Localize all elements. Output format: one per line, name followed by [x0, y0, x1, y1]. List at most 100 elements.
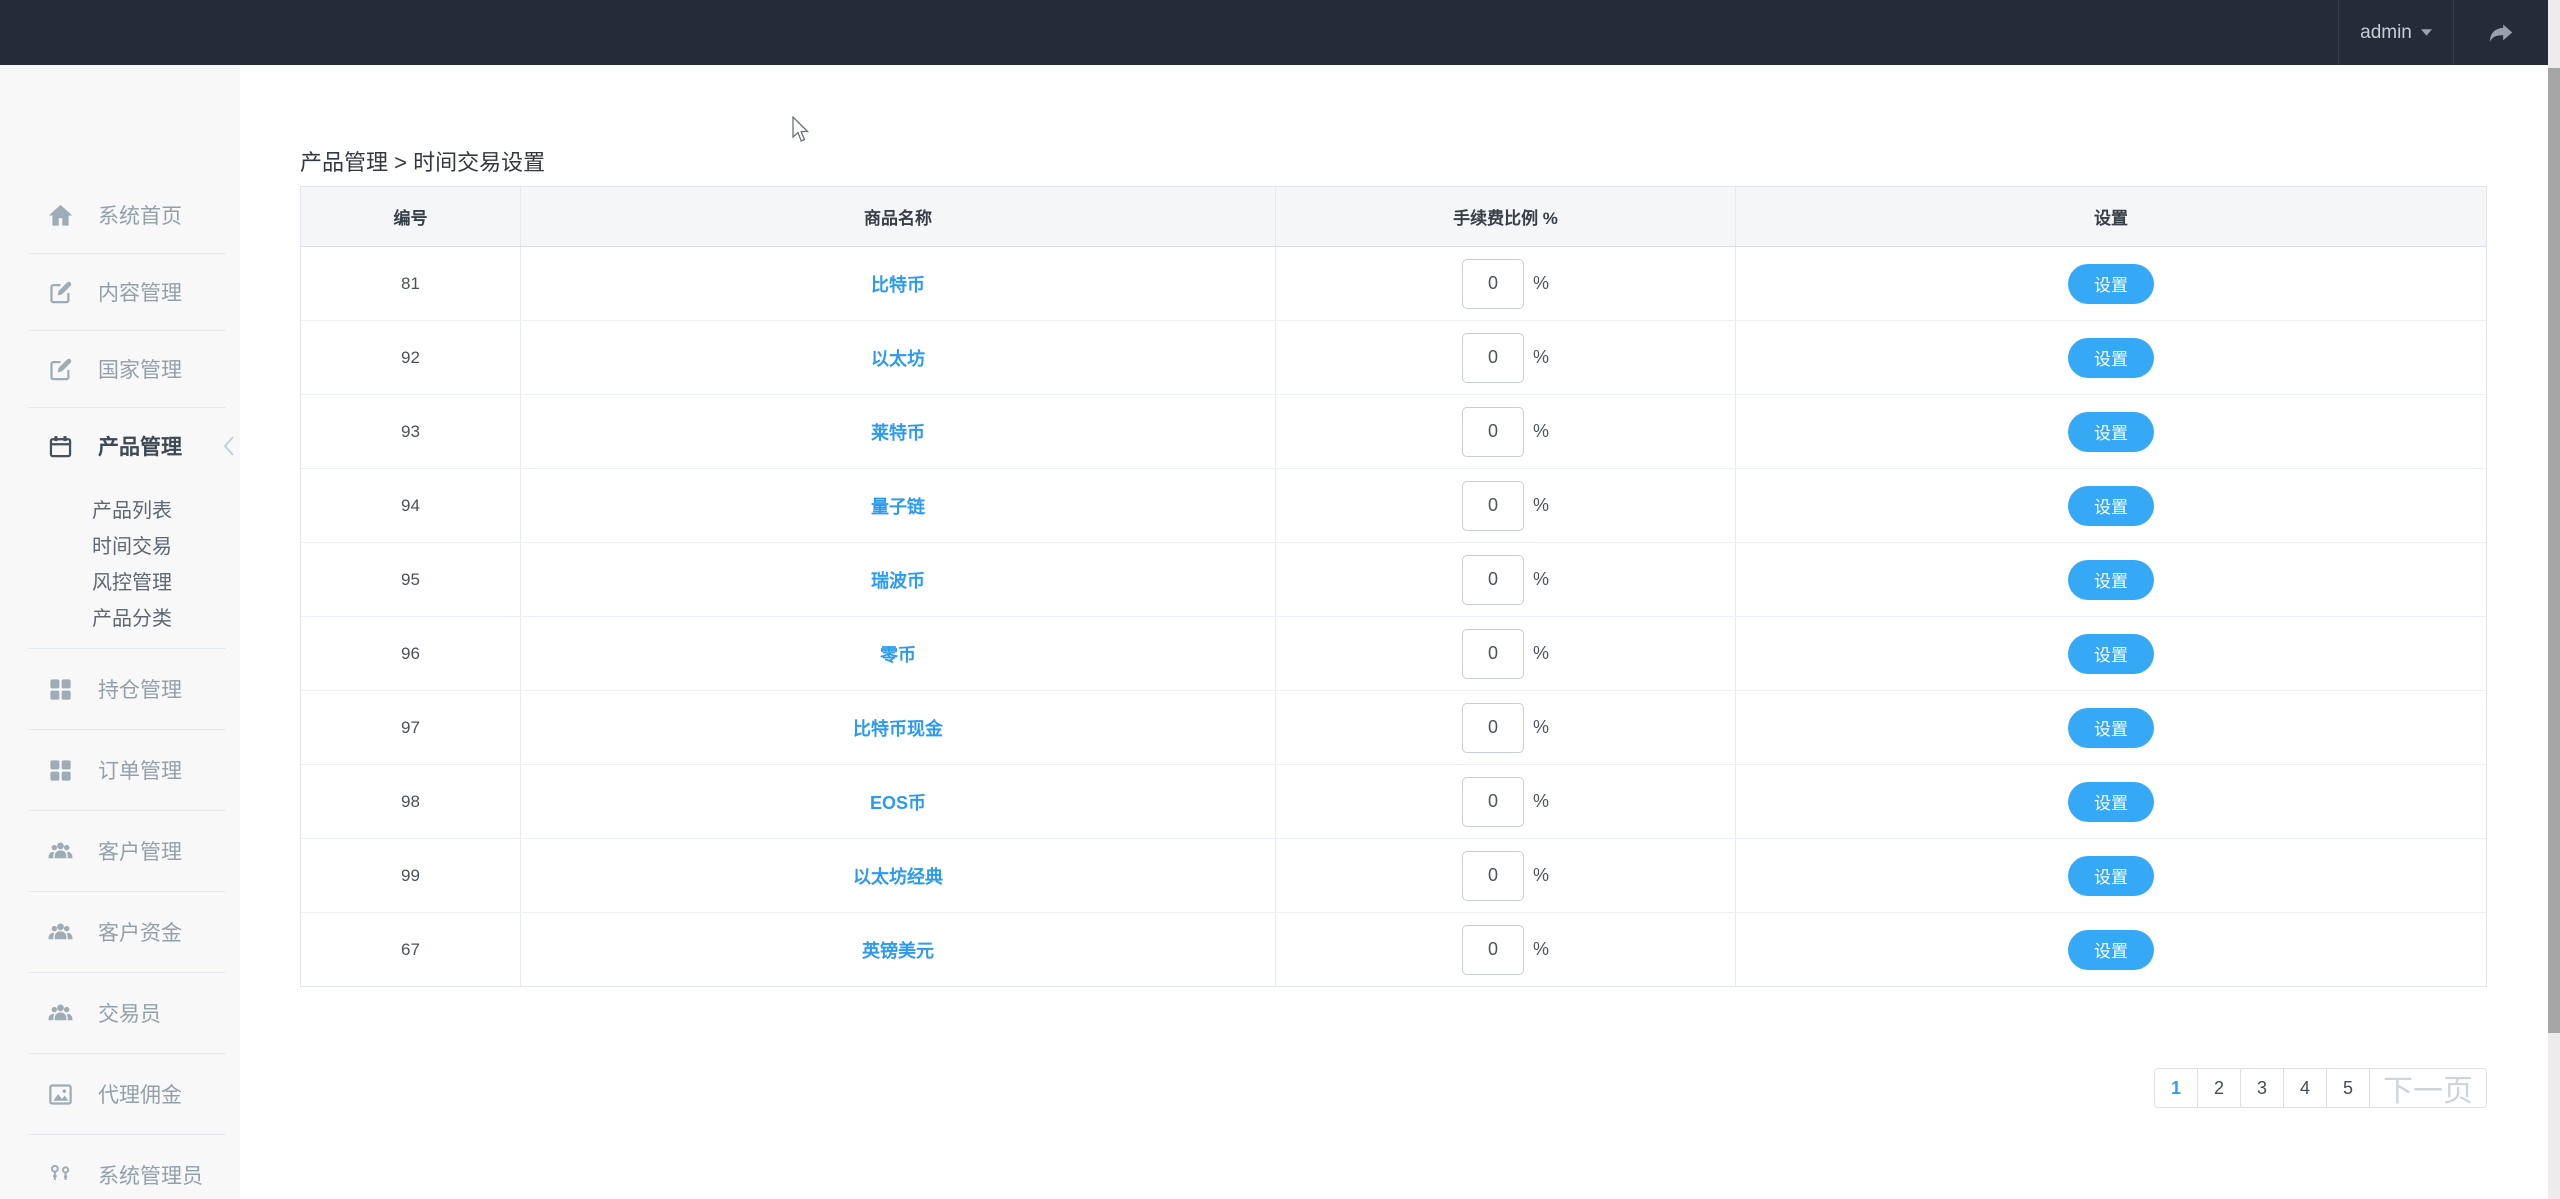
sidebar-item-content-mgmt[interactable]: 内容管理 [0, 254, 240, 330]
table-row: 96 零币 % 设置 [301, 617, 2486, 691]
header-cell-id: 编号 [301, 187, 521, 246]
product-link[interactable]: EOS币 [870, 789, 926, 815]
table-row: 94 量子链 % 设置 [301, 469, 2486, 543]
set-button[interactable]: 设置 [2068, 856, 2154, 896]
percent-label: % [1533, 421, 1549, 442]
table-header-row: 编号 商品名称 手续费比例 % 设置 [301, 187, 2486, 247]
sidebar-item-customer-funds[interactable]: 客户资金 [0, 892, 240, 972]
product-link[interactable]: 莱特币 [871, 419, 925, 445]
page-button-5[interactable]: 5 [2326, 1068, 2370, 1108]
table-row: 99 以太坊经典 % 设置 [301, 839, 2486, 913]
sidebar-subitem-product-list[interactable]: 产品列表 [0, 490, 240, 526]
product-submenu: 产品列表 时间交易 风控管理 产品分类 [0, 484, 240, 648]
set-button[interactable]: 设置 [2068, 338, 2154, 378]
id-cell: 81 [301, 247, 521, 320]
product-link[interactable]: 瑞波币 [871, 567, 925, 593]
sidebar-item-label: 内容管理 [98, 277, 182, 307]
users-icon [47, 919, 74, 946]
products-table: 编号 商品名称 手续费比例 % 设置 81 比特币 % 设置 92 以太坊 % … [300, 186, 2487, 987]
fee-input[interactable] [1462, 703, 1524, 753]
page-button-3[interactable]: 3 [2240, 1068, 2284, 1108]
fee-input[interactable] [1462, 333, 1524, 383]
fee-input[interactable] [1462, 629, 1524, 679]
set-button[interactable]: 设置 [2068, 930, 2154, 970]
sidebar-item-order-mgmt[interactable]: 订单管理 [0, 730, 240, 810]
fee-input[interactable] [1462, 481, 1524, 531]
sidebar-item-position-mgmt[interactable]: 持仓管理 [0, 649, 240, 729]
sidebar-item-label: 订单管理 [98, 755, 182, 785]
percent-label: % [1533, 791, 1549, 812]
table-row: 95 瑞波币 % 设置 [301, 543, 2486, 617]
set-button[interactable]: 设置 [2068, 264, 2154, 304]
product-link[interactable]: 英镑美元 [862, 937, 934, 963]
pagination: 1 2 3 4 5 下一页 [300, 1068, 2487, 1108]
fee-input[interactable] [1462, 777, 1524, 827]
id-cell: 92 [301, 321, 521, 394]
set-button[interactable]: 设置 [2068, 708, 2154, 748]
sidebar: 系统首页 内容管理 国家管理 [0, 65, 240, 1199]
header-cell-settings: 设置 [1736, 187, 2486, 246]
next-page-button[interactable]: 下一页 [2369, 1068, 2487, 1108]
fee-input[interactable] [1462, 851, 1524, 901]
table-row: 97 比特币现金 % 设置 [301, 691, 2486, 765]
user-menu[interactable]: admin [2338, 0, 2454, 65]
page-scrollbar-thumb[interactable] [2548, 68, 2560, 1033]
id-cell: 93 [301, 395, 521, 468]
fee-input[interactable] [1462, 925, 1524, 975]
set-button[interactable]: 设置 [2068, 634, 2154, 674]
product-link[interactable]: 以太坊 [871, 345, 925, 371]
table-row: 93 莱特币 % 设置 [301, 395, 2486, 469]
percent-label: % [1533, 643, 1549, 664]
product-link[interactable]: 零币 [880, 641, 916, 667]
sidebar-item-label: 系统管理员 [98, 1160, 203, 1190]
edit-icon [47, 356, 74, 383]
page-button-1[interactable]: 1 [2154, 1068, 2198, 1108]
table-row: 92 以太坊 % 设置 [301, 321, 2486, 395]
username-label: admin [2360, 22, 2412, 44]
sidebar-subitem-product-category[interactable]: 产品分类 [0, 598, 240, 634]
sidebar-item-agent-commission[interactable]: 代理佣金 [0, 1054, 240, 1134]
sidebar-item-label: 持仓管理 [98, 674, 182, 704]
sidebar-item-system-home[interactable]: 系统首页 [0, 177, 240, 253]
sidebar-menu: 系统首页 内容管理 国家管理 [0, 65, 240, 1199]
id-cell: 98 [301, 765, 521, 838]
percent-label: % [1533, 569, 1549, 590]
id-cell: 97 [301, 691, 521, 764]
topbar: admin [0, 0, 2560, 65]
sidebar-item-country-mgmt[interactable]: 国家管理 [0, 331, 240, 407]
sidebar-subitem-time-trade[interactable]: 时间交易 [0, 526, 240, 562]
page-button-4[interactable]: 4 [2283, 1068, 2327, 1108]
percent-label: % [1533, 495, 1549, 516]
header-cell-fee-ratio: 手续费比例 % [1276, 187, 1736, 246]
set-button[interactable]: 设置 [2068, 412, 2154, 452]
fee-input[interactable] [1462, 555, 1524, 605]
fee-input[interactable] [1462, 407, 1524, 457]
fee-input[interactable] [1462, 259, 1524, 309]
breadcrumb: 产品管理 > 时间交易设置 [300, 145, 545, 177]
sidebar-item-product-mgmt[interactable]: 产品管理 [0, 408, 240, 484]
sidebar-item-label: 客户资金 [98, 917, 182, 947]
set-button[interactable]: 设置 [2068, 560, 2154, 600]
percent-label: % [1533, 273, 1549, 294]
sidebar-item-customer-mgmt[interactable]: 客户管理 [0, 811, 240, 891]
id-cell: 99 [301, 839, 521, 912]
set-button[interactable]: 设置 [2068, 486, 2154, 526]
users-icon [47, 1000, 74, 1027]
sidebar-item-label: 产品管理 [98, 431, 182, 461]
main-content: 产品管理 > 时间交易设置 编号 商品名称 手续费比例 % 设置 81 比特币 … [240, 65, 2548, 1199]
set-button[interactable]: 设置 [2068, 782, 2154, 822]
product-link[interactable]: 量子链 [871, 493, 925, 519]
product-link[interactable]: 比特币现金 [853, 715, 943, 741]
sidebar-item-system-admin[interactable]: 系统管理员 [0, 1135, 240, 1199]
table-row: 81 比特币 % 设置 [301, 247, 2486, 321]
product-link[interactable]: 比特币 [871, 271, 925, 297]
sidebar-item-label: 交易员 [98, 998, 161, 1028]
percent-label: % [1533, 939, 1549, 960]
page-button-2[interactable]: 2 [2197, 1068, 2241, 1108]
table-row: 67 英镑美元 % 设置 [301, 913, 2486, 986]
product-link[interactable]: 以太坊经典 [853, 863, 943, 889]
sidebar-subitem-risk-mgmt[interactable]: 风控管理 [0, 562, 240, 598]
share-button[interactable] [2453, 0, 2548, 65]
id-cell: 67 [301, 913, 521, 986]
sidebar-item-trader[interactable]: 交易员 [0, 973, 240, 1053]
